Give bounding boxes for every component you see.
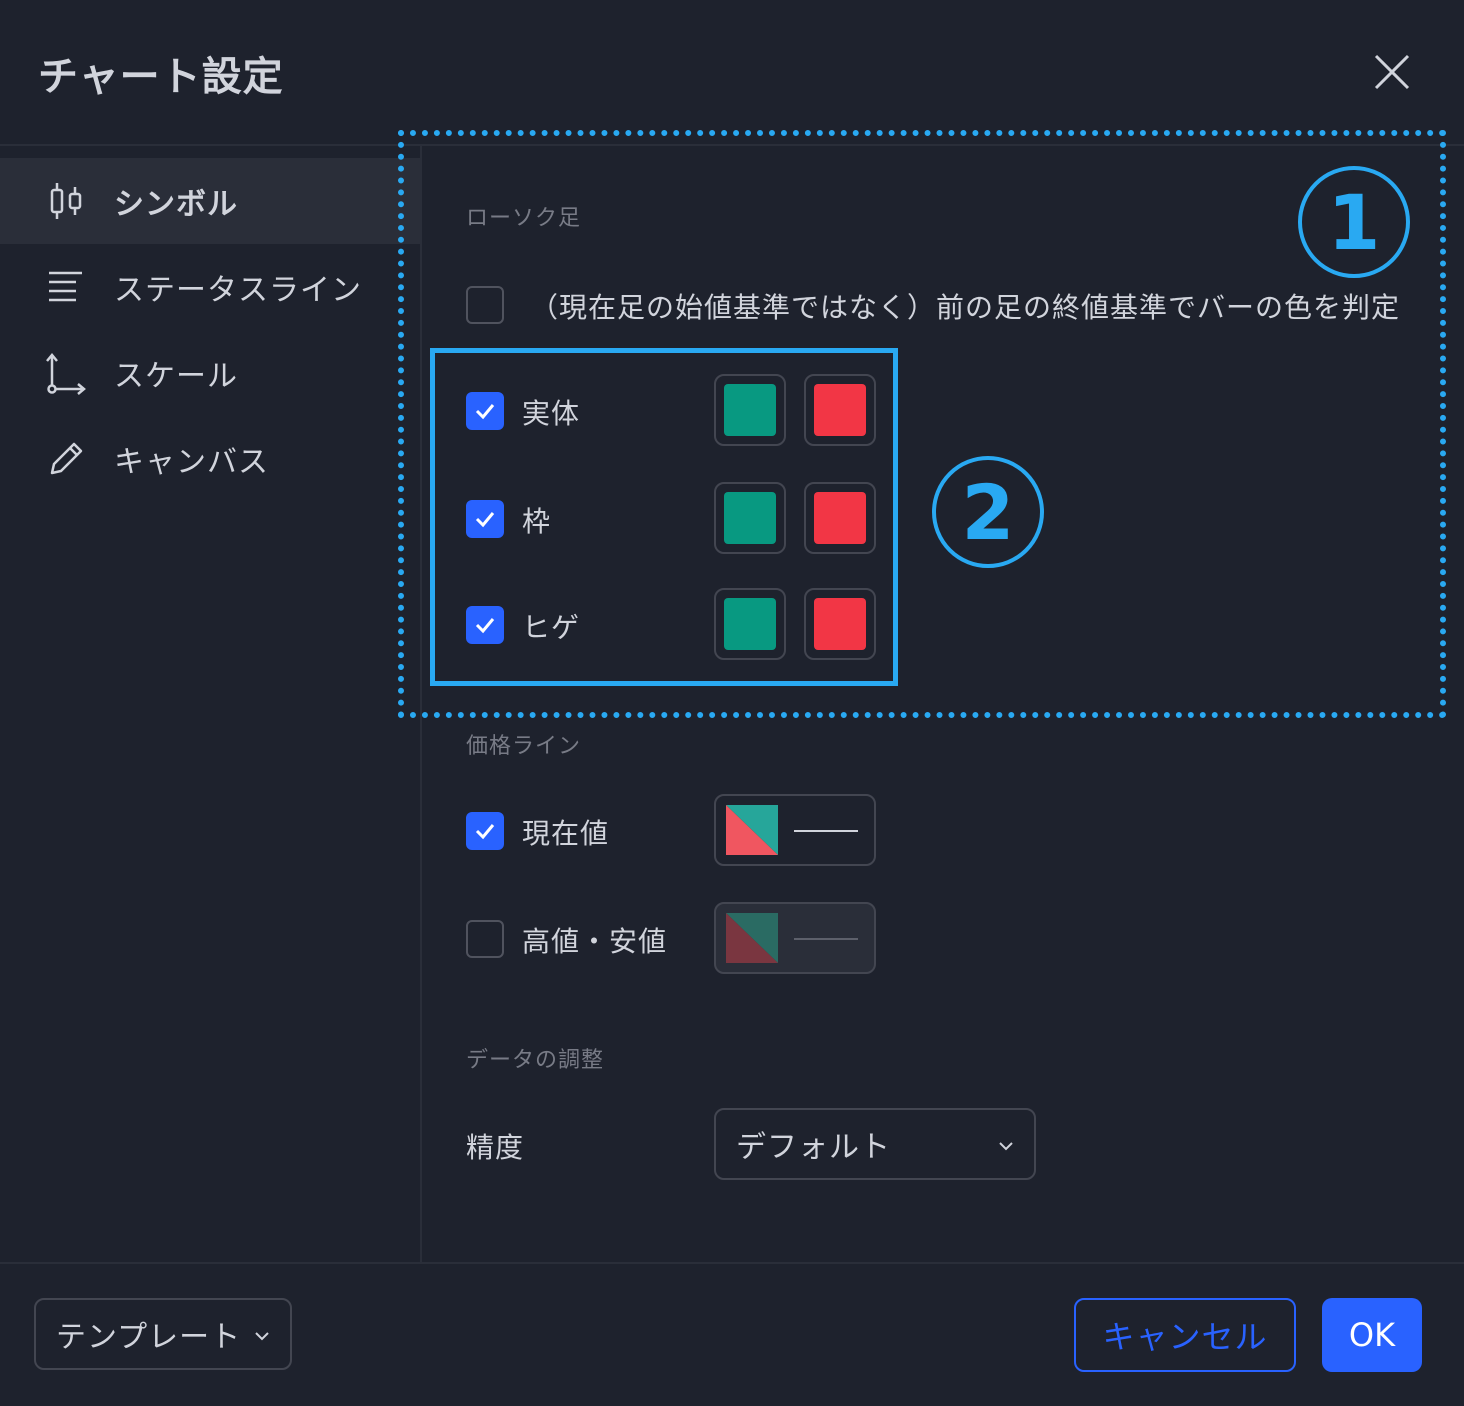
- checkmark-icon: [475, 618, 495, 634]
- annotation-marker-1-text: 1: [1327, 177, 1381, 267]
- color-fill: [814, 384, 866, 436]
- precision-select[interactable]: デフォルト: [714, 1108, 1036, 1180]
- close-button[interactable]: [1366, 46, 1418, 98]
- candlestick-icon: [44, 179, 88, 223]
- split-color-icon: [726, 805, 778, 855]
- sidebar-item-scale[interactable]: スケール: [0, 330, 420, 416]
- scale-icon: [44, 351, 88, 395]
- annotation-marker-2: 2: [932, 456, 1044, 568]
- candles-section-label: ローソク足: [466, 206, 582, 231]
- annotation-marker-1: 1: [1298, 166, 1410, 278]
- status-line-icon: [44, 265, 88, 309]
- wick-label: ヒゲ: [522, 611, 581, 644]
- template-label: テンプレート: [56, 1320, 242, 1355]
- sidebar-item-symbol[interactable]: シンボル: [0, 158, 420, 244]
- annotation-marker-2-text: 2: [961, 467, 1015, 557]
- wick-up-color-swatch[interactable]: [714, 588, 786, 660]
- border-checkbox[interactable]: [466, 500, 504, 538]
- ok-button[interactable]: OK: [1322, 1298, 1422, 1372]
- dialog-title: チャート設定: [38, 54, 284, 100]
- line-style-preview: [794, 938, 858, 940]
- color-fill: [724, 384, 776, 436]
- sidebar-item-status-line[interactable]: ステータスライン: [0, 244, 420, 330]
- last-price-label: 現在値: [522, 817, 610, 850]
- chevron-down-icon: [255, 1332, 269, 1341]
- border-down-color-swatch[interactable]: [804, 482, 876, 554]
- color-fill: [814, 598, 866, 650]
- sidebar-item-label: シンボル: [114, 187, 238, 222]
- border-up-color-swatch[interactable]: [714, 482, 786, 554]
- price-line-section-label: 価格ライン: [466, 734, 582, 759]
- body-down-color-swatch[interactable]: [804, 374, 876, 446]
- last-price-checkbox[interactable]: [466, 812, 504, 850]
- prev-close-label: （現在足の始値基準ではなく）前の足の終値基準でバーの色を判定: [530, 291, 1401, 324]
- chart-settings-dialog: チャート設定 シンボル ステータスライン スケール キャンバス ローソク足 （現…: [0, 0, 1464, 1406]
- checkmark-icon: [475, 824, 495, 840]
- wick-down-color-swatch[interactable]: [804, 588, 876, 660]
- sidebar-item-label: ステータスライン: [114, 273, 362, 308]
- color-fill: [814, 492, 866, 544]
- body-up-color-swatch[interactable]: [714, 374, 786, 446]
- sidebar-divider: [420, 146, 422, 1262]
- last-price-line-style-picker[interactable]: [714, 794, 876, 866]
- precision-label: 精度: [466, 1131, 525, 1164]
- body-checkbox[interactable]: [466, 392, 504, 430]
- cancel-button[interactable]: キャンセル: [1074, 1298, 1296, 1372]
- footer-divider: [0, 1262, 1464, 1264]
- color-fill: [724, 492, 776, 544]
- border-label: 枠: [522, 505, 552, 538]
- pencil-icon: [44, 437, 88, 481]
- sidebar-item-label: キャンバス: [114, 445, 269, 480]
- body-label: 実体: [522, 397, 581, 430]
- chevron-down-icon: [999, 1142, 1013, 1151]
- prev-close-checkbox[interactable]: [466, 286, 504, 324]
- header-divider: [0, 144, 1464, 146]
- sidebar-item-label: スケール: [114, 359, 238, 394]
- high-low-label: 高値・安値: [522, 925, 668, 958]
- high-low-checkbox[interactable]: [466, 920, 504, 958]
- sidebar-item-canvas[interactable]: キャンバス: [0, 416, 420, 502]
- split-color-icon: [726, 913, 778, 963]
- close-icon: [1374, 54, 1410, 90]
- precision-value: デフォルト: [736, 1130, 891, 1165]
- checkmark-icon: [475, 512, 495, 528]
- line-style-preview: [794, 830, 858, 832]
- template-dropdown[interactable]: テンプレート: [34, 1298, 292, 1370]
- checkmark-icon: [475, 404, 495, 420]
- wick-checkbox[interactable]: [466, 606, 504, 644]
- high-low-line-style-picker[interactable]: [714, 902, 876, 974]
- data-adjust-section-label: データの調整: [466, 1048, 605, 1073]
- color-fill: [724, 598, 776, 650]
